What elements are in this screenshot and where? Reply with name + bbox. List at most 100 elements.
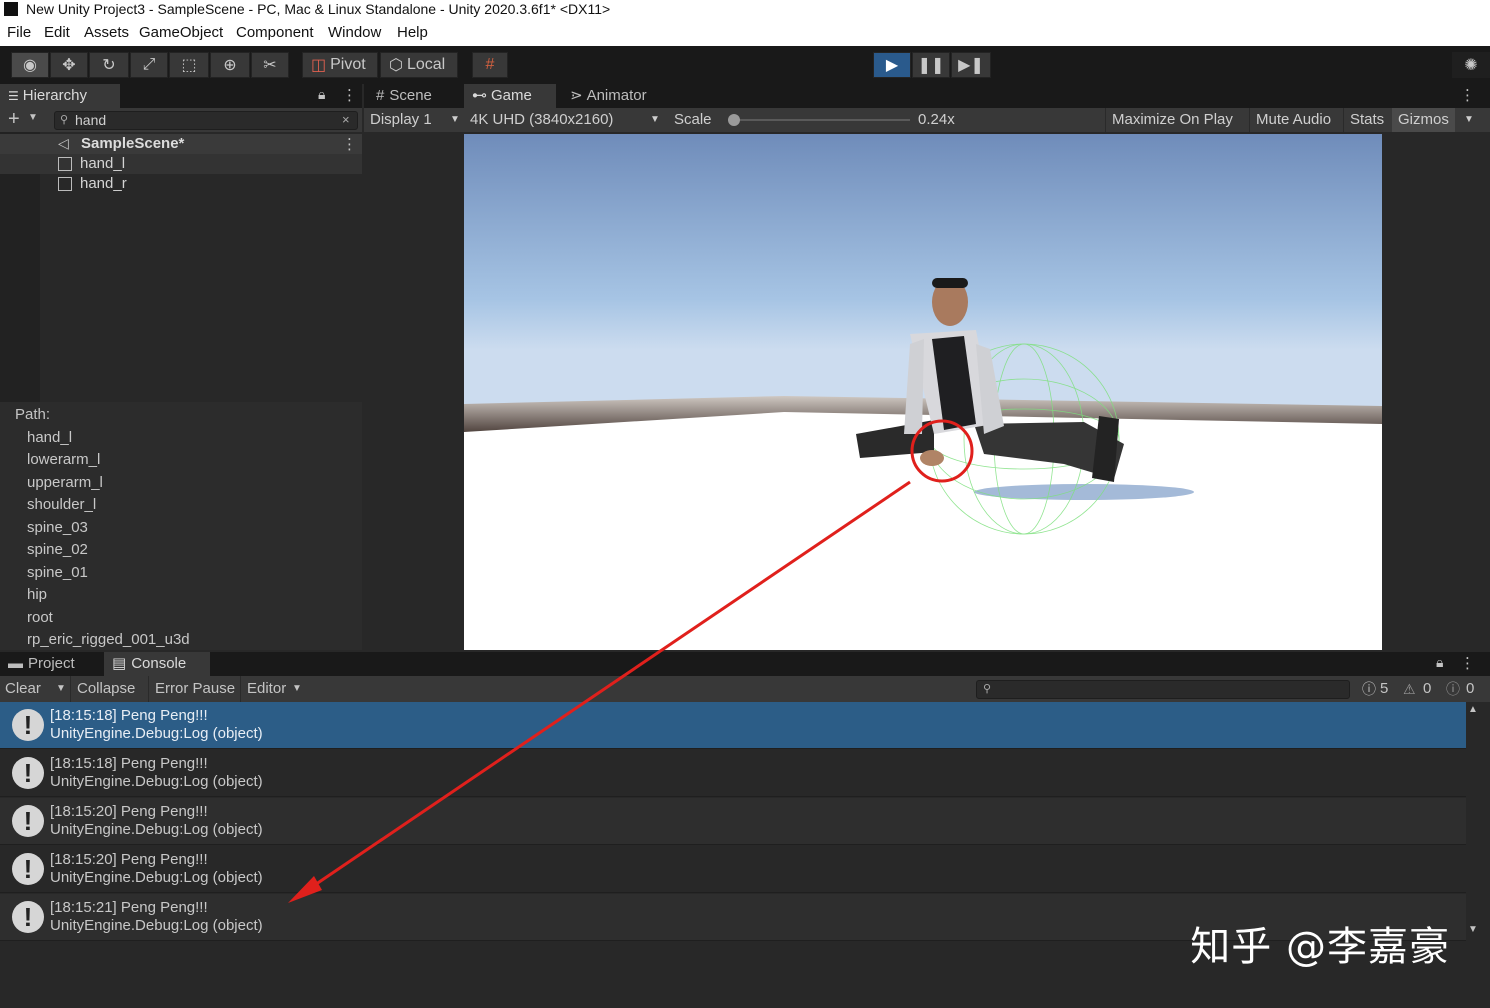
kebab-menu-icon[interactable]: ⋮ bbox=[342, 86, 357, 104]
local-label: Local bbox=[406, 56, 446, 73]
view-tool-button[interactable]: ◉ bbox=[11, 52, 49, 78]
path-item: upperarm_l bbox=[27, 474, 103, 491]
collapse-button[interactable]: Collapse bbox=[70, 676, 141, 702]
gizmos-chevron-icon[interactable]: ▼ bbox=[1464, 108, 1474, 132]
tab-project[interactable]: ▬ Project bbox=[0, 652, 83, 676]
lock-icon[interactable]: 🔒︎ bbox=[1436, 654, 1443, 671]
window-title: New Unity Project3 - SampleScene - PC, M… bbox=[26, 1, 611, 17]
list-icon: ☰ bbox=[8, 89, 19, 103]
hierarchy-tabbar: ☰ Hierarchy 🔒︎ ⋮ bbox=[0, 84, 362, 108]
info-icon: ! bbox=[12, 805, 44, 837]
info-icon: ! bbox=[12, 901, 44, 933]
scale-tool-button[interactable]: ⤢ bbox=[130, 52, 168, 78]
tab-project-label: Project bbox=[28, 655, 75, 672]
menu-gameobject[interactable]: GameObject bbox=[139, 24, 223, 41]
watermark: 知乎 @李嘉豪 bbox=[1190, 924, 1450, 970]
tab-scene[interactable]: # Scene bbox=[368, 84, 440, 108]
maximize-on-play-button[interactable]: Maximize On Play bbox=[1105, 108, 1239, 132]
display-dropdown[interactable]: Display 1 bbox=[370, 108, 432, 132]
info-icon: ! bbox=[12, 853, 44, 885]
log-entry[interactable]: ! [18:15:20] Peng Peng!!! UnityEngine.De… bbox=[0, 798, 1466, 845]
path-item: spine_02 bbox=[27, 541, 88, 558]
chevron-down-icon[interactable]: ▼ bbox=[650, 108, 660, 132]
game-viewport[interactable] bbox=[464, 134, 1382, 650]
log-message: [18:15:20] Peng Peng!!! bbox=[50, 851, 208, 868]
menu-edit[interactable]: Edit bbox=[44, 24, 70, 41]
menu-component[interactable]: Component bbox=[236, 24, 314, 41]
gizmos-button[interactable]: Gizmos bbox=[1392, 108, 1455, 132]
chevron-down-icon[interactable]: ▼ bbox=[28, 112, 38, 123]
hierarchy-item-hand-r[interactable]: hand_r bbox=[0, 174, 362, 194]
rect-tool-button[interactable]: ⬚ bbox=[169, 52, 209, 78]
scale-label: Scale bbox=[674, 111, 712, 128]
step-button[interactable]: ▶❚ bbox=[951, 52, 991, 78]
search-icon: ⚲ bbox=[983, 683, 992, 695]
gamepad-icon: ⊷ bbox=[472, 87, 487, 104]
main-toolbar: ◉ ✥ ↻ ⤢ ⬚ ⊕ ✂ ◫ Pivot ⬡ Local # ▶ ❚❚ ▶❚ ✺ bbox=[0, 46, 1490, 84]
editor-dropdown[interactable]: Editor bbox=[240, 676, 292, 702]
warning-icon[interactable]: ⚠ bbox=[1403, 676, 1416, 702]
scale-slider-track[interactable] bbox=[728, 119, 910, 121]
menu-window[interactable]: Window bbox=[328, 24, 381, 41]
play-button[interactable]: ▶ bbox=[873, 52, 911, 78]
sky bbox=[464, 134, 1382, 434]
error-icon[interactable]: ⓘ bbox=[1446, 676, 1460, 702]
scene-menu-icon[interactable]: ⋮ bbox=[342, 135, 357, 153]
local-button[interactable]: ⬡ Local bbox=[380, 52, 458, 78]
rotate-tool-button[interactable]: ↻ bbox=[89, 52, 129, 78]
menu-file[interactable]: File bbox=[7, 24, 31, 41]
lock-icon[interactable]: 🔒︎ bbox=[318, 86, 325, 103]
path-item: shoulder_l bbox=[27, 496, 97, 513]
settings-button[interactable]: ✺ bbox=[1452, 52, 1490, 78]
log-entry[interactable]: ! [18:15:18] Peng Peng!!! UnityEngine.De… bbox=[0, 750, 1466, 797]
log-stacktrace: UnityEngine.Debug:Log (object) bbox=[50, 821, 263, 838]
grid-snap-button[interactable]: # bbox=[472, 52, 508, 78]
game-menu-icon[interactable]: ⋮ bbox=[1460, 86, 1475, 104]
log-stacktrace: UnityEngine.Debug:Log (object) bbox=[50, 773, 263, 790]
path-item: hip bbox=[27, 586, 48, 603]
character-shadow bbox=[974, 484, 1194, 500]
scale-slider-thumb[interactable] bbox=[728, 114, 740, 126]
pivot-button[interactable]: ◫ Pivot bbox=[302, 52, 378, 78]
hierarchy-item-label: hand_r bbox=[80, 175, 127, 192]
scroll-up-icon[interactable]: ▲ bbox=[1468, 704, 1478, 715]
tab-hierarchy[interactable]: ☰ Hierarchy bbox=[0, 84, 120, 108]
tab-animator[interactable]: ⋗ Animator bbox=[562, 84, 655, 108]
mute-audio-button[interactable]: Mute Audio bbox=[1249, 108, 1337, 132]
tab-scene-label: Scene bbox=[389, 87, 432, 104]
log-stacktrace: UnityEngine.Debug:Log (object) bbox=[50, 725, 263, 742]
scene-row[interactable]: ◁ SampleScene* ⋮ bbox=[0, 134, 362, 154]
console-scrollbar[interactable]: ▲ ▼ bbox=[1466, 702, 1482, 942]
clear-button[interactable]: Clear bbox=[5, 676, 41, 702]
pause-button[interactable]: ❚❚ bbox=[912, 52, 950, 78]
tab-console[interactable]: ▤ Console bbox=[104, 652, 210, 676]
log-entry[interactable]: ! [18:15:18] Peng Peng!!! UnityEngine.De… bbox=[0, 702, 1466, 749]
console-search-input[interactable]: ⚲ bbox=[976, 680, 1350, 699]
path-item: rp_eric_rigged_001_u3d bbox=[27, 631, 190, 648]
info-count-icon[interactable]: ⓘ bbox=[1362, 676, 1376, 702]
resolution-dropdown[interactable]: 4K UHD (3840x2160) bbox=[470, 108, 613, 132]
hierarchy-search-input[interactable]: hand bbox=[54, 111, 358, 130]
stats-button[interactable]: Stats bbox=[1343, 108, 1390, 132]
error-pause-button[interactable]: Error Pause bbox=[148, 676, 241, 702]
chevron-down-icon[interactable]: ▼ bbox=[450, 108, 460, 132]
clear-search-icon[interactable]: × bbox=[342, 112, 350, 127]
console-menu-icon[interactable]: ⋮ bbox=[1460, 654, 1475, 672]
hash-icon: # bbox=[376, 87, 385, 104]
clear-options-chevron-icon[interactable]: ▼ bbox=[56, 676, 66, 702]
custom-tool-button[interactable]: ✂ bbox=[251, 52, 289, 78]
tab-game[interactable]: ⊷ Game bbox=[464, 84, 556, 108]
move-tool-button[interactable]: ✥ bbox=[50, 52, 88, 78]
log-entry[interactable]: ! [18:15:20] Peng Peng!!! UnityEngine.De… bbox=[0, 846, 1466, 893]
path-item: hand_l bbox=[27, 429, 73, 446]
gear-icon: ✺ bbox=[1464, 57, 1478, 74]
menu-help[interactable]: Help bbox=[397, 24, 428, 41]
info-count: 5 bbox=[1380, 680, 1389, 697]
hierarchy-item-hand-l[interactable]: hand_l bbox=[0, 154, 362, 174]
console-tabbar: ▬ Project ▤ Console 🔒︎ ⋮ bbox=[0, 652, 1490, 676]
menu-assets[interactable]: Assets bbox=[84, 24, 129, 41]
scroll-down-icon[interactable]: ▼ bbox=[1468, 924, 1478, 935]
transform-tool-button[interactable]: ⊕ bbox=[210, 52, 250, 78]
add-icon[interactable]: + bbox=[8, 108, 20, 130]
chevron-down-icon[interactable]: ▼ bbox=[292, 676, 302, 702]
